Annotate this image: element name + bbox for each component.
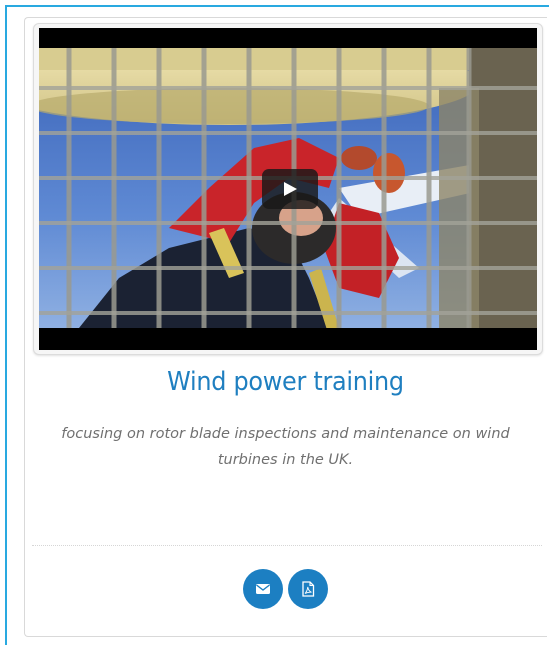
pdf-download-button[interactable]	[288, 569, 328, 609]
card-title: Wind power training	[167, 367, 404, 397]
envelope-icon	[256, 584, 270, 594]
video-player[interactable]	[39, 28, 537, 350]
play-button[interactable]	[262, 169, 318, 209]
pdf-file-icon	[302, 581, 315, 597]
card-description: focusing on rotor blade inspections and …	[61, 426, 510, 468]
divider	[32, 545, 542, 546]
card-actions	[243, 569, 328, 609]
play-icon	[284, 182, 297, 196]
email-button[interactable]	[243, 569, 283, 609]
